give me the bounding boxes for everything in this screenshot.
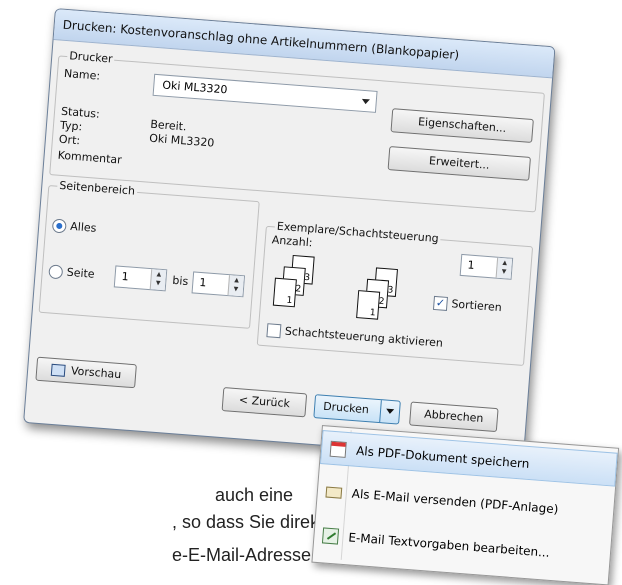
page-to-spinner[interactable]: 1 ▲ ▼ — [191, 271, 246, 298]
collate-checkbox[interactable]: ✓ — [432, 295, 448, 311]
menu-item-label: Als E-Mail versenden (PDF-Anlage) — [351, 486, 559, 517]
spinner-arrows-icon[interactable]: ▲ ▼ — [495, 257, 513, 279]
email-icon — [325, 486, 343, 499]
properties-button[interactable]: Eigenschaften... — [390, 108, 534, 143]
spinner-arrows-icon[interactable]: ▲ ▼ — [149, 269, 167, 291]
print-dialog: Drucken: Kostenvoranschlag ohne Artikeln… — [23, 8, 556, 462]
preview-label: Vorschau — [70, 364, 122, 382]
pdf-document-icon — [329, 440, 347, 458]
print-dropdown-menu: Als PDF-Dokument speichern Als E-Mail ve… — [311, 425, 620, 585]
print-split-button[interactable]: Drucken — [313, 394, 401, 425]
tray-control-label: Schachtsteuerung aktivieren — [284, 324, 444, 350]
collate-pages-icon: 3 2 1 — [356, 266, 404, 325]
copies-value: 1 — [467, 258, 475, 272]
name-label: Name: — [63, 66, 101, 83]
collate-pages-icon: 3 2 1 — [272, 254, 321, 313]
page-label: Seite — [66, 265, 96, 281]
spinner-arrows-icon[interactable]: ▲ ▼ — [227, 275, 244, 297]
chevron-down-icon[interactable] — [361, 98, 370, 105]
to-label: bis — [171, 273, 189, 289]
back-button[interactable]: < Zurück — [221, 387, 308, 418]
page-radio[interactable] — [48, 264, 64, 280]
page-from-spinner[interactable]: 1 ▲ ▼ — [113, 265, 168, 292]
type-label: Typ: — [59, 118, 83, 134]
all-radio[interactable] — [51, 218, 67, 234]
tray-control-checkbox[interactable] — [266, 323, 282, 339]
comment-label: Kommentar — [57, 148, 123, 167]
count-label: Anzahl: — [271, 233, 313, 250]
cancel-button[interactable]: Abbrechen — [409, 401, 499, 433]
copies-group: Exemplare/Schachtsteuerung Anzahl: 1 ▲ ▼ … — [256, 219, 534, 367]
collate-label: Sortieren — [450, 297, 503, 315]
page-range-group: Seitenbereich Alles Seite 1 ▲ ▼ bis 1 ▲ ▼ — [38, 178, 260, 329]
edit-icon — [321, 527, 340, 545]
copies-spinner[interactable]: 1 ▲ ▼ — [459, 253, 514, 280]
page-from-value: 1 — [121, 269, 130, 284]
printer-select[interactable]: Oki ML3320 — [152, 73, 378, 113]
preview-icon — [50, 363, 66, 377]
status-value: Bereit. — [149, 117, 187, 134]
print-dropdown-arrow-icon[interactable] — [379, 400, 400, 424]
printer-group-label: Drucker — [66, 49, 116, 66]
all-label: Alles — [69, 219, 97, 235]
page-range-group-label: Seitenbereich — [56, 178, 138, 198]
print-button-label: Drucken — [322, 399, 370, 417]
printer-selected-value: Oki ML3320 — [161, 78, 228, 97]
location-label: Ort: — [58, 132, 81, 148]
background-text-line-2: , so dass Sie direkt — [172, 512, 325, 532]
menu-item-label: Als PDF-Dokument speichern — [355, 443, 530, 472]
preview-button[interactable]: Vorschau — [35, 356, 137, 389]
type-value: Oki ML3320 — [148, 131, 215, 150]
menu-item-label: E-Mail Textvorgaben bearbeiten... — [347, 530, 551, 560]
advanced-button[interactable]: Erweitert... — [387, 146, 531, 181]
page-to-value: 1 — [198, 275, 207, 290]
background-text-line-1: auch eine — [215, 485, 294, 505]
